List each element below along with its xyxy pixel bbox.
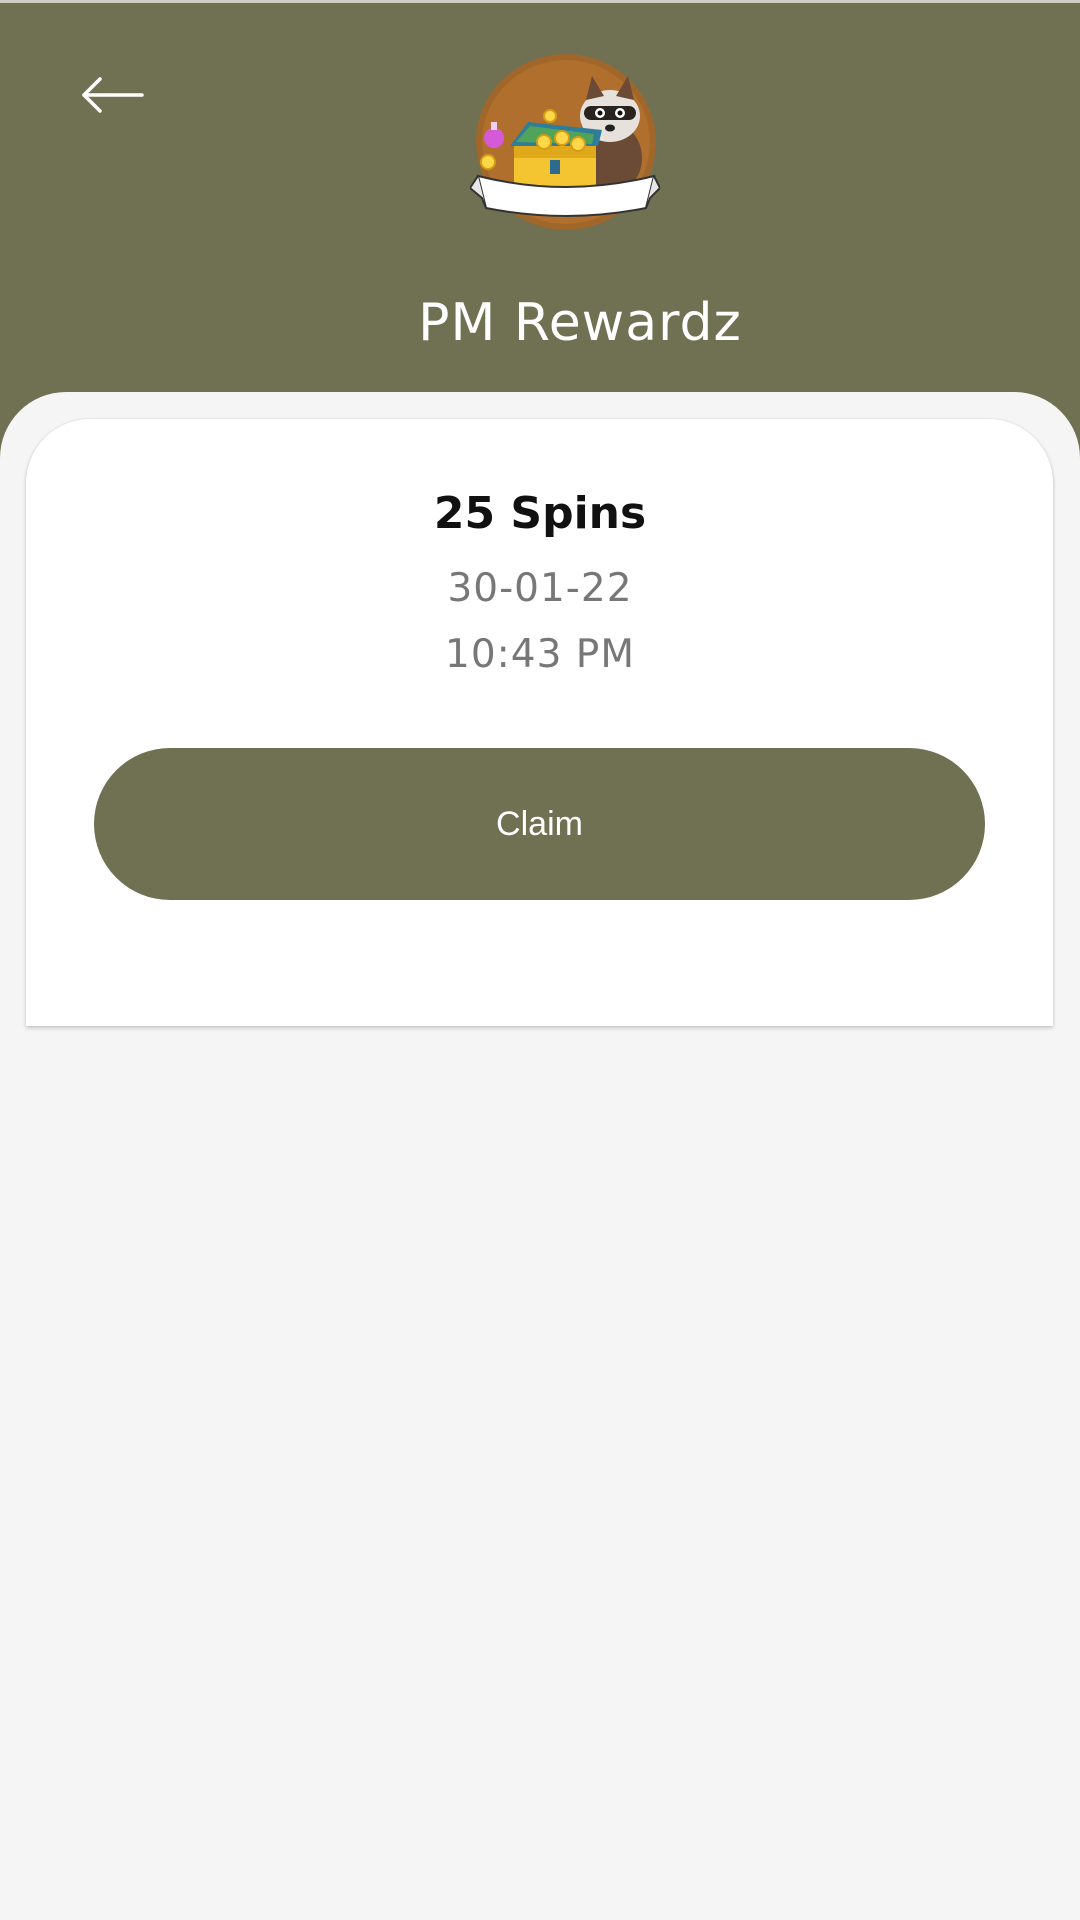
arrow-left-icon bbox=[82, 77, 144, 113]
reward-date: 30-01-22 bbox=[447, 566, 633, 611]
app-title: PM Rewardz bbox=[418, 293, 742, 353]
reward-title: 25 Spins bbox=[433, 488, 647, 539]
reward-detail-screen: PM Rewardz 25 Spins 30-01-22 10:43 PM Cl… bbox=[0, 0, 1080, 1920]
reward-time: 10:43 PM bbox=[445, 632, 635, 677]
claim-button[interactable]: Claim bbox=[94, 748, 985, 900]
app-logo bbox=[470, 54, 660, 230]
back-button[interactable] bbox=[72, 65, 152, 125]
